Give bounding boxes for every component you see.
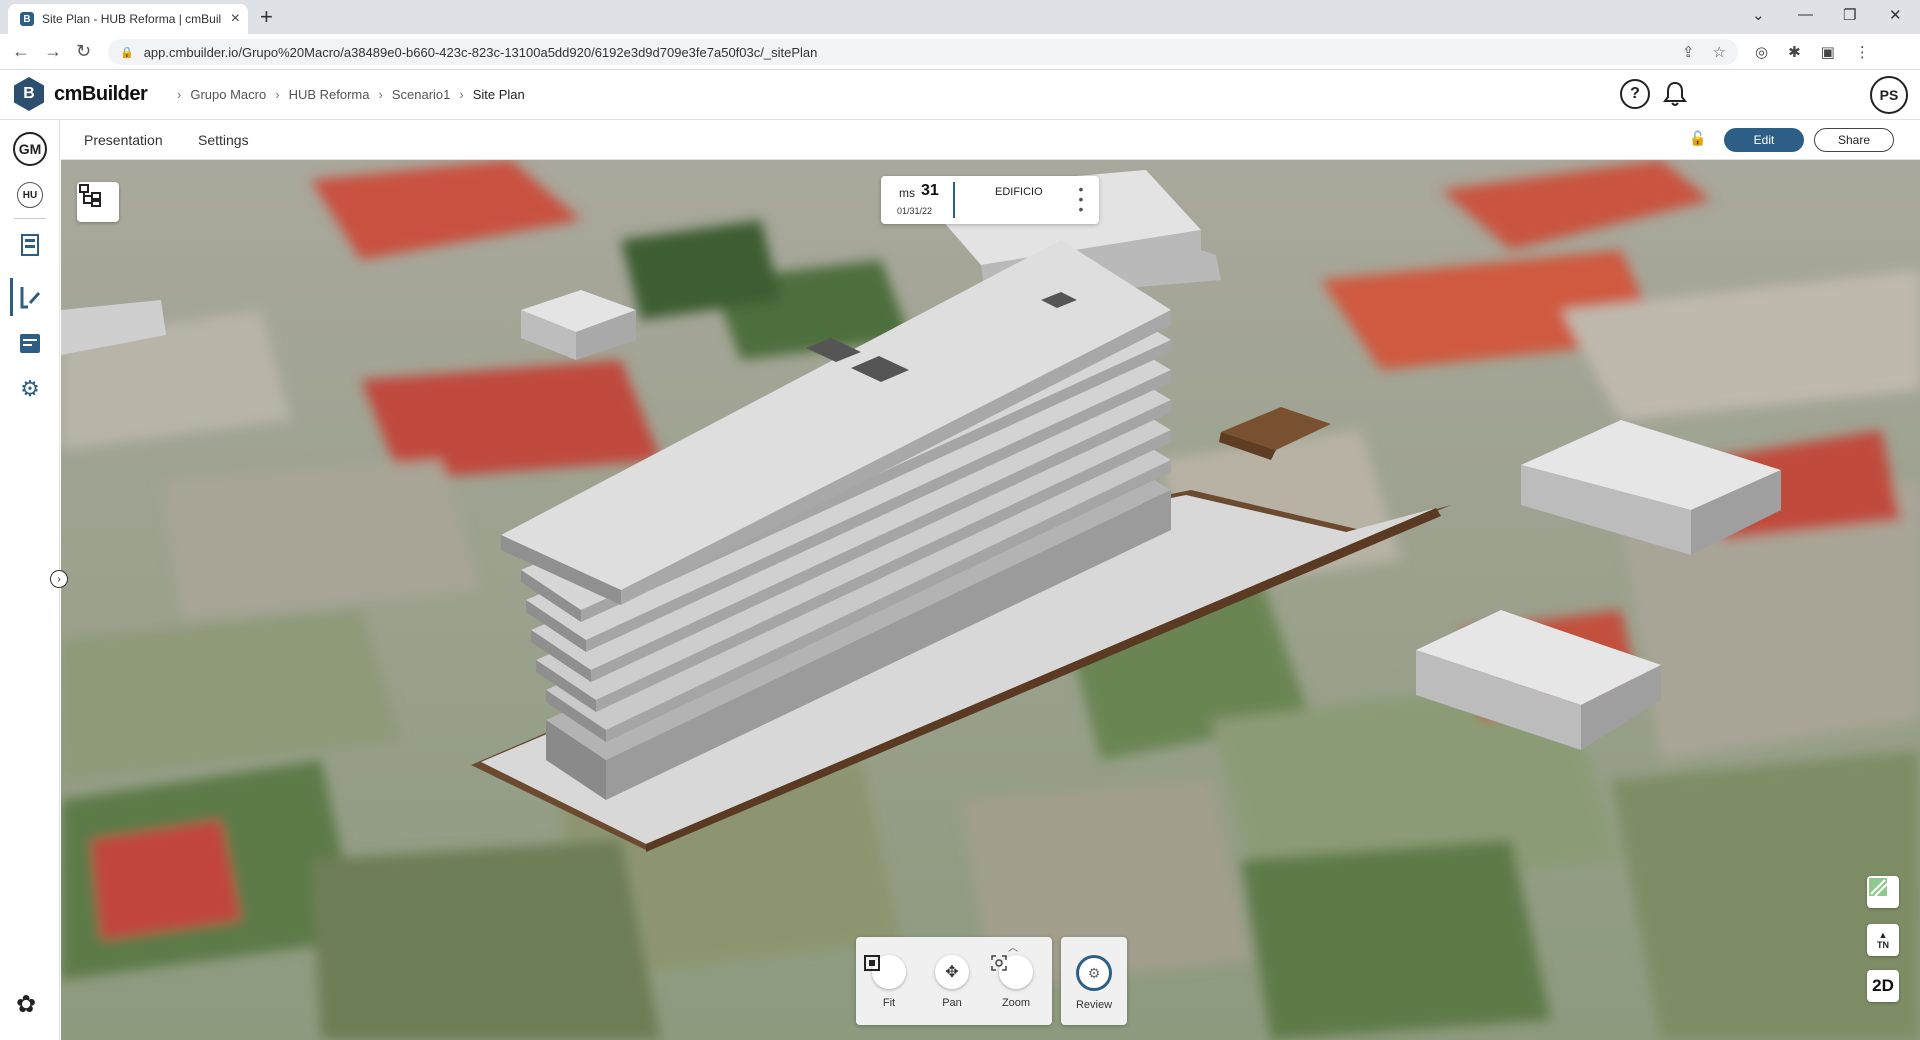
new-tab-button[interactable]: +: [260, 4, 273, 30]
expand-rail-button[interactable]: ›: [50, 570, 68, 588]
app-logo[interactable]: B cmBuilder: [14, 77, 148, 111]
documents-icon[interactable]: [13, 228, 47, 262]
pan-icon: ✥: [935, 955, 969, 989]
chevron-right-icon: ›: [378, 87, 383, 102]
share-button[interactable]: Share: [1814, 128, 1894, 152]
chevron-right-icon: ›: [275, 87, 280, 102]
edit-button[interactable]: Edit: [1724, 128, 1804, 152]
breadcrumb: › Grupo Macro › HUB Reforma › Scenario1 …: [168, 87, 525, 102]
north-arrow-button[interactable]: ▲ TN: [1867, 924, 1899, 956]
browser-tab[interactable]: B Site Plan - HUB Reforma | cmBuil ×: [8, 4, 248, 34]
tab-presentation[interactable]: Presentation: [84, 132, 163, 148]
star-icon[interactable]: ☆: [1713, 43, 1726, 61]
tab-settings[interactable]: Settings: [198, 132, 249, 148]
pan-button[interactable]: ✥ Pan: [927, 955, 977, 1009]
browser-toolbar: ← → ↻ 🔒 app.cmbuilder.io/Grupo%20Macro/a…: [0, 34, 1920, 70]
chevron-right-icon: ›: [459, 87, 464, 102]
extension-icon[interactable]: ◎: [1755, 43, 1768, 61]
review-label: Review: [1075, 999, 1113, 1011]
review-icon: ⚙: [1076, 955, 1112, 991]
zoom-icon: [991, 955, 1033, 989]
milestone-date: 01/31/22: [897, 206, 933, 216]
milestone-number: 31: [921, 182, 939, 199]
milestone-prefix: ms: [899, 186, 915, 200]
forward-icon[interactable]: →: [44, 41, 62, 62]
breadcrumb-current: Site Plan: [472, 87, 525, 102]
bell-icon[interactable]: [1660, 79, 1690, 109]
apps-icon[interactable]: ✿: [16, 990, 36, 1019]
pan-label: Pan: [942, 997, 962, 1009]
zoom-button[interactable]: Zoom: [991, 955, 1041, 1009]
zoom-label: Zoom: [1001, 997, 1031, 1009]
breadcrumb-scenario[interactable]: Scenario1: [392, 87, 451, 102]
lock-icon: 🔒: [120, 46, 134, 59]
rail-divider: [14, 218, 46, 219]
tab-search-icon[interactable]: ⌄: [1752, 6, 1765, 24]
address-bar[interactable]: 🔒 app.cmbuilder.io/Grupo%20Macro/a38489e…: [108, 39, 1738, 65]
back-icon[interactable]: ←: [12, 41, 30, 62]
lock-icon[interactable]: 🔓: [1689, 130, 1706, 147]
breadcrumb-org[interactable]: Grupo Macro: [190, 87, 266, 102]
logo-icon: B: [14, 77, 44, 111]
view-mode-button[interactable]: 2D: [1867, 970, 1899, 1002]
tab-close-icon[interactable]: ×: [231, 10, 240, 28]
org-avatar[interactable]: GM: [13, 132, 47, 166]
breadcrumb-project[interactable]: HUB Reforma: [289, 87, 370, 102]
window-close-icon[interactable]: ✕: [1889, 6, 1902, 24]
sub-header: Presentation Settings 🔓 Edit Share: [61, 120, 1920, 160]
sidepanel-icon[interactable]: ▣: [1821, 43, 1835, 61]
milestone-divider: [953, 182, 955, 218]
app-header: B cmBuilder › Grupo Macro › HUB Reforma …: [0, 70, 1920, 120]
restore-icon[interactable]: ❐: [1843, 6, 1856, 24]
review-button[interactable]: ⚙ Review: [1061, 937, 1127, 1025]
view-toolbar: ︿ Fit ✥ Pan Zoom: [856, 937, 1052, 1025]
schedule-icon[interactable]: [13, 326, 47, 360]
layers-icon: [1869, 878, 1888, 897]
share-page-icon[interactable]: ⇪: [1682, 43, 1695, 61]
url-text: app.cmbuilder.io/Grupo%20Macro/a38489e0-…: [143, 44, 818, 60]
aerial-scene: [61, 160, 1920, 1040]
fit-button[interactable]: Fit: [864, 955, 914, 1009]
model-tree-button[interactable]: [77, 182, 119, 222]
reload-icon[interactable]: ↻: [76, 41, 91, 62]
milestone-name: EDIFICIO: [995, 186, 1043, 198]
tree-icon: [79, 184, 101, 207]
site-plan-viewport[interactable]: ms 31 01/31/22 EDIFICIO • • • ︿ Fit ✥ Pan …: [61, 160, 1920, 1040]
layers-button[interactable]: [1867, 876, 1899, 908]
north-arrow-icon: ▲: [1878, 930, 1888, 940]
project-avatar[interactable]: HU: [17, 182, 43, 208]
chevron-up-icon[interactable]: ︿: [1008, 939, 1018, 954]
chevron-right-icon: ›: [177, 87, 182, 102]
favicon-icon: B: [20, 12, 34, 26]
user-avatar[interactable]: PS: [1870, 76, 1908, 114]
minimize-icon[interactable]: —: [1798, 6, 1813, 23]
milestone-card[interactable]: ms 31 01/31/22 EDIFICIO • • •: [881, 176, 1099, 224]
fit-label: Fit: [882, 997, 896, 1009]
browser-menu-icon[interactable]: ⋮: [1855, 43, 1870, 61]
browser-tabbar: B Site Plan - HUB Reforma | cmBuil × + ⌄…: [0, 0, 1920, 34]
help-icon[interactable]: ?: [1620, 79, 1650, 109]
app-name: cmBuilder: [54, 82, 148, 105]
north-label: TN: [1877, 940, 1889, 950]
fit-icon: [864, 955, 906, 989]
site-plan-icon[interactable]: [13, 280, 47, 314]
more-options-icon[interactable]: • • •: [1077, 182, 1085, 216]
settings-gear-icon[interactable]: ⚙: [13, 372, 47, 406]
extensions-icon[interactable]: ✱: [1788, 43, 1801, 61]
tab-title: Site Plan - HUB Reforma | cmBuil: [42, 12, 222, 26]
